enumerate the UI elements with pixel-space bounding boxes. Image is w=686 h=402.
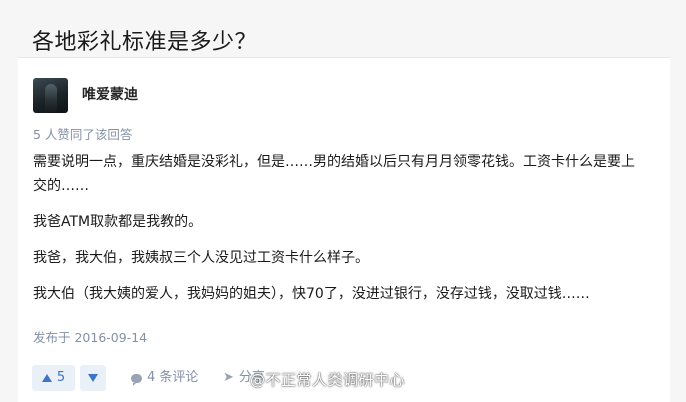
paper-plane-icon: ➤ bbox=[223, 370, 234, 385]
answer-paragraph: 我爸ATM取款都是我教的。 bbox=[33, 214, 203, 230]
upvote-button[interactable]: 5 bbox=[32, 365, 75, 391]
answer-paragraph: 我爸，我大伯，我姨叔三个人没见过工资卡什么样子。 bbox=[33, 250, 369, 266]
comments-label: 4 条评论 bbox=[147, 370, 199, 385]
comment-bubble-icon bbox=[131, 373, 142, 386]
question-header: 各地彩礼标准是多少？ bbox=[0, 0, 686, 57]
question-title[interactable]: 各地彩礼标准是多少？ bbox=[32, 27, 257, 59]
avatar[interactable] bbox=[33, 78, 68, 113]
publish-time[interactable]: 发布于 2016-09-14 bbox=[33, 330, 147, 346]
upvote-count: 5 bbox=[56, 370, 66, 385]
triangle-down-icon bbox=[88, 374, 98, 382]
vote-summary[interactable]: 5 人赞同了该回答 bbox=[33, 127, 132, 143]
answer-card: 唯爱蒙迪 5 人赞同了该回答 需要说明一点，重庆结婚是没彩礼，但是……男的结婚以… bbox=[18, 57, 670, 402]
downvote-button[interactable] bbox=[80, 365, 106, 391]
triangle-up-icon bbox=[41, 374, 52, 382]
comments-button[interactable]: 4 条评论 bbox=[131, 368, 198, 388]
author-name[interactable]: 唯爱蒙迪 bbox=[82, 86, 138, 104]
avatar-figure bbox=[45, 84, 57, 112]
answer-body: 需要说明一点，重庆结婚是没彩礼，但是……男的结婚以后只有月月领零花钱。工资卡什么… bbox=[33, 150, 643, 318]
answer-paragraph: 我大伯（我大姨的爱人，我妈妈的姐夫），快70了，没进过银行，没存过钱，没取过钱…… bbox=[33, 286, 590, 302]
watermark: @不正常人类调研中心 bbox=[250, 371, 406, 389]
answer-paragraph: 需要说明一点，重庆结婚是没彩礼，但是……男的结婚以后只有月月领零花钱。工资卡什么… bbox=[33, 154, 635, 194]
